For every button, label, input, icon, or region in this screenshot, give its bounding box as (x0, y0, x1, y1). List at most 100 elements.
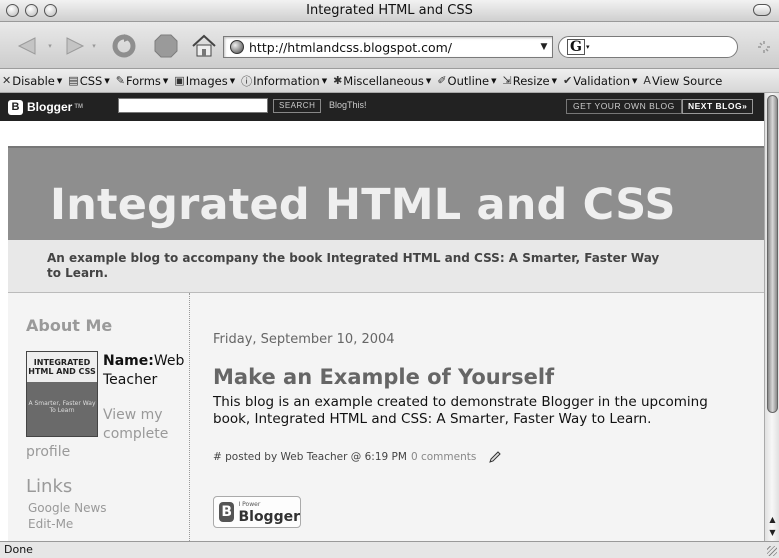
back-history-dropdown[interactable]: ▾ (44, 32, 56, 60)
address-bar[interactable]: http://htmlandcss.blogspot.com/ ▼ (223, 36, 553, 58)
validation-icon: ✔ (563, 74, 573, 87)
blog-title[interactable]: Integrated HTML and CSS (50, 180, 676, 230)
dev-menu-view-source[interactable]: A View Source (643, 74, 722, 88)
scrollbar-thumb[interactable] (767, 95, 778, 413)
blogthis-link[interactable]: BlogThis! (329, 100, 367, 110)
miscellaneous-icon: ✱ (333, 74, 343, 87)
status-bar: Done (0, 541, 779, 558)
home-icon (192, 34, 216, 57)
chevron-down-icon: ▼ (56, 76, 63, 85)
next-blog-button[interactable]: NEXT BLOG» (682, 99, 754, 114)
blogger-logo[interactable]: B Blogger TM (8, 99, 83, 115)
vertical-scrollbar[interactable]: ▲ ▼ (764, 93, 779, 541)
dev-menu-images[interactable]: ▣ Images ▼ (174, 74, 235, 88)
chevron-down-icon: ▼ (551, 76, 557, 85)
resize-icon: ⇲ (502, 74, 512, 87)
dev-menu-validation[interactable]: ✔ Validation ▼ (563, 74, 637, 88)
link-google-news[interactable]: Google News (28, 501, 107, 515)
profile-name: Name:Web Teacher (103, 352, 188, 390)
web-developer-toolbar: ✕ Disable ▼ ▤ CSS ▼ ✎ Forms ▼ ▣ Images ▼ ⓘ Inform… (0, 69, 779, 93)
forward-history-dropdown[interactable]: ▾ (88, 32, 100, 60)
book-cover-title: INTEGRATED HTML AND CSS (27, 352, 97, 382)
page-viewport[interactable]: B Blogger TM SEARCH BlogThis! GET YOUR OW… (0, 93, 764, 541)
dev-menu-disable[interactable]: ✕ Disable ▼ (2, 74, 62, 88)
resize-grip-icon[interactable] (767, 546, 777, 556)
profile-photo: INTEGRATED HTML AND CSS A Smarter, Faste… (26, 351, 98, 437)
main-column: Friday, September 10, 2004 Make an Examp… (190, 293, 764, 541)
toolbar-toggle-button[interactable] (753, 4, 771, 16)
activity-spinner-icon (758, 41, 770, 53)
scroll-down-arrow[interactable]: ▼ (765, 527, 779, 538)
powered-by-big: Blogger (238, 508, 300, 525)
chevron-down-icon: ▼ (425, 76, 432, 85)
search-engine-dropdown[interactable]: ▾ (586, 43, 590, 51)
post-date: Friday, September 10, 2004 (213, 332, 395, 347)
powered-by-blogger-badge[interactable]: B I Power Blogger (213, 496, 301, 528)
search-field[interactable]: G ▾ (558, 36, 738, 58)
dev-menu-resize[interactable]: ⇲ Resize ▼ (503, 74, 557, 88)
url-text[interactable]: http://htmlandcss.blogspot.com/ (249, 40, 536, 55)
outline-icon: ✐ (437, 74, 447, 87)
header-spacer (8, 121, 764, 147)
window-titlebar: Integrated HTML and CSS (0, 0, 779, 22)
post-footer: # posted by Web Teacher @ 6:19 PM 0 comm… (213, 450, 502, 464)
link-edit-me[interactable]: Edit-Me (28, 517, 73, 531)
status-text: Done (4, 543, 33, 556)
forward-button[interactable] (62, 32, 90, 60)
navigation-toolbar: ▾ ▾ http://htmlandcss.blogspot.com/ ▼ G … (0, 22, 779, 69)
home-button[interactable] (190, 32, 218, 60)
site-globe-icon (230, 40, 244, 54)
view-profile-link[interactable]: View my complete (103, 406, 183, 444)
comments-link[interactable]: 0 comments (411, 451, 476, 463)
sidebar: About Me INTEGRATED HTML AND CSS A Smart… (8, 293, 190, 541)
blogger-b-icon: B (8, 99, 23, 115)
forward-arrow-icon (66, 37, 85, 55)
dev-menu-miscellaneous[interactable]: ✱ Miscellaneous ▼ (333, 74, 431, 88)
about-me-heading: About Me (26, 316, 113, 335)
back-arrow-icon (17, 37, 36, 55)
scroll-up-arrow[interactable]: ▲ (765, 514, 779, 525)
blog-content: About Me INTEGRATED HTML AND CSS A Smart… (8, 293, 764, 541)
reload-button[interactable] (110, 32, 138, 60)
disable-icon: ✕ (2, 74, 12, 87)
window-title: Integrated HTML and CSS (306, 3, 473, 18)
chevron-down-icon: ▼ (321, 76, 328, 85)
links-heading: Links (26, 476, 73, 497)
view-profile-link-end[interactable]: profile (26, 444, 70, 460)
reload-icon (112, 34, 136, 58)
blog-search-input[interactable] (118, 98, 268, 113)
blog-header: Integrated HTML and CSS (8, 148, 764, 240)
blogger-navbar: B Blogger TM SEARCH BlogThis! GET YOUR OW… (0, 93, 764, 121)
dev-menu-forms[interactable]: ✎ Forms ▼ (116, 74, 169, 88)
search-engine-icon[interactable]: G (567, 39, 585, 55)
view-source-icon: A (643, 74, 651, 87)
post-byline: # posted by Web Teacher @ 6:19 PM (213, 451, 407, 463)
images-icon: ▣ (174, 74, 185, 87)
blog-search-button[interactable]: SEARCH (273, 99, 322, 113)
powered-by-small: I Power (238, 500, 261, 508)
css-icon: ▤ (68, 74, 79, 87)
chevron-down-icon: ▼ (632, 76, 638, 85)
chevron-down-icon: ▼ (162, 76, 169, 85)
blogger-b-icon: B (219, 502, 235, 522)
back-button[interactable] (12, 32, 40, 60)
dev-menu-information[interactable]: ⓘ Information ▼ (241, 73, 327, 89)
post-body: This blog is an example created to demon… (213, 394, 708, 427)
stop-icon (154, 34, 178, 58)
chevron-down-icon: ▼ (104, 76, 110, 85)
book-cover-subtitle: A Smarter, Faster Way To Learn (28, 400, 96, 414)
blog-description-band: An example blog to accompany the book In… (8, 240, 764, 293)
blog-description: An example blog to accompany the book In… (47, 251, 660, 280)
pencil-icon[interactable] (488, 450, 502, 464)
forms-icon: ✎ (115, 74, 125, 87)
profile-name-label: Name: (103, 353, 154, 369)
information-icon: ⓘ (241, 74, 253, 88)
post-title: Make an Example of Yourself (213, 365, 555, 389)
get-own-blog-button[interactable]: GET YOUR OWN BLOG (566, 99, 682, 114)
dev-menu-css[interactable]: ▤ CSS ▼ (68, 74, 109, 88)
url-history-dropdown[interactable]: ▼ (536, 42, 552, 52)
chevron-down-icon: ▼ (491, 76, 497, 85)
chevron-down-icon: ▼ (229, 76, 236, 85)
stop-button[interactable] (152, 32, 180, 60)
dev-menu-outline[interactable]: ✐ Outline ▼ (437, 74, 496, 88)
